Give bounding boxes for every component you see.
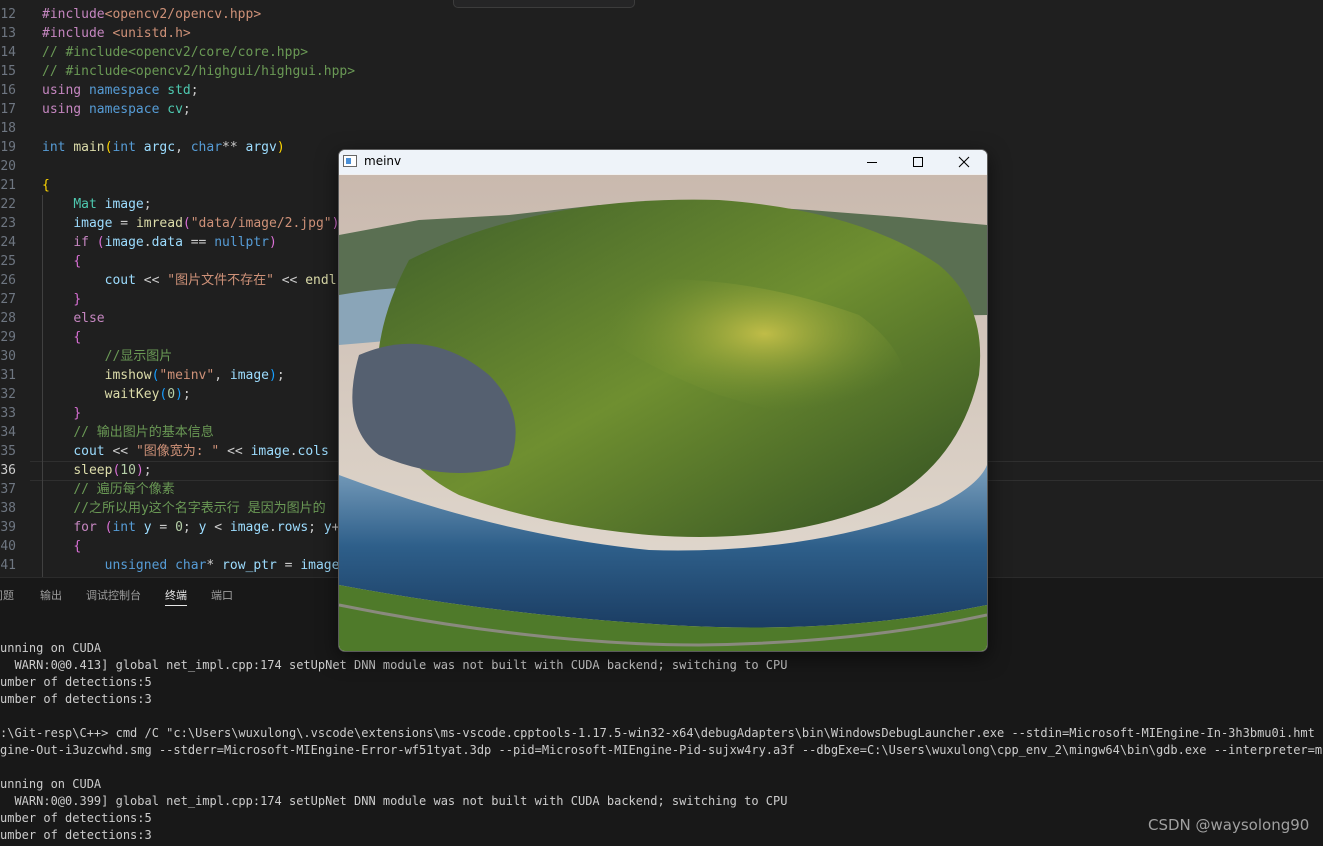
terminal-line: :\Git-resp\C++> cmd /C "c:\Users\wuxulon… xyxy=(0,726,1323,740)
line-number: 33 xyxy=(0,406,16,421)
minimize-button[interactable] xyxy=(849,150,895,174)
terminal-line: unning on CUDA xyxy=(0,641,102,655)
line-number: 28 xyxy=(0,311,16,326)
code-line[interactable]: 14 // #include<opencv2/core/core.hpp> xyxy=(0,43,1323,62)
code-text[interactable]: waitKey(0); xyxy=(42,385,191,404)
line-number: 26 xyxy=(0,273,16,288)
line-number: 25 xyxy=(0,254,16,269)
code-text[interactable]: //之所以用y这个名字表示行 是因为图片的 xyxy=(42,499,325,518)
line-number: 41 xyxy=(0,558,16,573)
line-number: 38 xyxy=(0,501,16,516)
line-number: 31 xyxy=(0,368,16,383)
line-number: 40 xyxy=(0,539,16,554)
code-line[interactable]: 17 using namespace cv; xyxy=(0,100,1323,119)
tab-debug-console[interactable]: 调试控制台 xyxy=(86,587,141,603)
line-number: 13 xyxy=(0,26,16,41)
close-icon xyxy=(958,156,970,168)
code-text[interactable]: { xyxy=(42,252,81,271)
code-text[interactable]: else xyxy=(42,309,104,328)
code-text[interactable]: } xyxy=(42,290,81,309)
line-number: 16 xyxy=(0,83,16,98)
editor-find-widget-edge xyxy=(453,0,635,8)
code-text[interactable]: Mat image; xyxy=(42,195,151,214)
landscape-photo xyxy=(339,175,987,651)
code-text[interactable]: // #include<opencv2/highgui/highgui.hpp> xyxy=(42,62,355,81)
line-number: 32 xyxy=(0,387,16,402)
code-line[interactable]: 12 #include<opencv2/opencv.hpp> xyxy=(0,5,1323,24)
line-number: 19 xyxy=(0,140,16,155)
code-text[interactable]: cout << "图像宽为: " << image.cols xyxy=(42,442,329,461)
code-text[interactable]: imshow("meinv", image); xyxy=(42,366,285,385)
line-number: 12 xyxy=(0,7,16,22)
terminal-line: WARN:0@0.399] global net_impl.cpp:174 se… xyxy=(0,794,788,808)
tab-problems[interactable]: 问题 xyxy=(0,587,14,603)
tab-ports[interactable]: 端口 xyxy=(211,587,233,603)
code-text[interactable]: { xyxy=(42,328,81,347)
indent-guide xyxy=(42,195,43,577)
window-titlebar[interactable]: meinv xyxy=(339,150,987,174)
code-text[interactable]: { xyxy=(42,176,50,195)
line-number: 37 xyxy=(0,482,16,497)
line-number: 23 xyxy=(0,216,16,231)
line-number: 24 xyxy=(0,235,16,250)
code-text[interactable]: #include <unistd.h> xyxy=(42,24,191,43)
line-number: 15 xyxy=(0,64,16,79)
code-line[interactable]: 18 xyxy=(0,119,1323,138)
line-number: 21 xyxy=(0,178,16,193)
line-number: 35 xyxy=(0,444,16,459)
terminal-line: umber of detections:5 xyxy=(0,675,152,689)
image-window[interactable]: meinv xyxy=(338,149,988,652)
line-number: 17 xyxy=(0,102,16,117)
code-text[interactable]: #include<opencv2/opencv.hpp> xyxy=(42,5,261,24)
csdn-watermark: CSDN @waysolong90 xyxy=(1148,816,1310,834)
code-line[interactable]: 13 #include <unistd.h> xyxy=(0,24,1323,43)
code-text[interactable]: using namespace std; xyxy=(42,81,206,100)
maximize-icon xyxy=(913,157,923,167)
line-number: 14 xyxy=(0,45,16,60)
close-button[interactable] xyxy=(941,150,987,174)
code-text[interactable]: } xyxy=(42,404,81,423)
code-line[interactable]: 15 // #include<opencv2/highgui/highgui.hp… xyxy=(0,62,1323,81)
code-text[interactable]: sleep(10); xyxy=(42,461,151,480)
terminal-line: umber of detections:5 xyxy=(0,811,152,825)
line-number: 22 xyxy=(0,197,16,212)
terminal-line: WARN:0@0.413] global net_impl.cpp:174 se… xyxy=(0,658,788,672)
line-number: 29 xyxy=(0,330,16,345)
minimize-icon xyxy=(867,162,877,163)
terminal-line: umber of detections:3 xyxy=(0,692,152,706)
code-text[interactable]: // 输出图片的基本信息 xyxy=(42,423,213,442)
line-number: 27 xyxy=(0,292,16,307)
code-text[interactable]: // 遍历每个像素 xyxy=(42,480,174,499)
code-text[interactable]: unsigned char* row_ptr = image. xyxy=(42,556,348,575)
window-title: meinv xyxy=(364,154,402,168)
maximize-button[interactable] xyxy=(895,150,941,174)
code-text[interactable]: int main(int argc, char** argv) xyxy=(42,138,285,157)
line-number: 30 xyxy=(0,349,16,364)
code-text[interactable]: if (image.data == nullptr) xyxy=(42,233,277,252)
terminal-line: gine-Out-i3uzcwhd.smg --stderr=Microsoft… xyxy=(0,743,1323,757)
code-text[interactable]: image = imread("data/image/2.jpg"); xyxy=(42,214,347,233)
code-text[interactable]: { xyxy=(42,537,81,556)
tab-terminal[interactable]: 终端 xyxy=(165,587,187,606)
terminal-line: unning on CUDA xyxy=(0,777,102,791)
line-number: 18 xyxy=(0,121,16,136)
line-number: 20 xyxy=(0,159,16,174)
code-text[interactable]: cout << "图片文件不存在" << endl; xyxy=(42,271,345,290)
line-number: 34 xyxy=(0,425,16,440)
code-text[interactable]: using namespace cv; xyxy=(42,100,191,119)
app-icon xyxy=(343,155,357,167)
tab-output[interactable]: 输出 xyxy=(40,587,62,603)
code-text[interactable]: //显示图片 xyxy=(42,347,173,366)
code-line[interactable]: 16 using namespace std; xyxy=(0,81,1323,100)
terminal-line: umber of detections:3 xyxy=(0,828,152,842)
code-text[interactable]: for (int y = 0; y < image.rows; y+ xyxy=(42,518,339,537)
code-text[interactable]: // #include<opencv2/core/core.hpp> xyxy=(42,43,308,62)
line-number: 39 xyxy=(0,520,16,535)
line-number: 36 xyxy=(0,463,16,478)
